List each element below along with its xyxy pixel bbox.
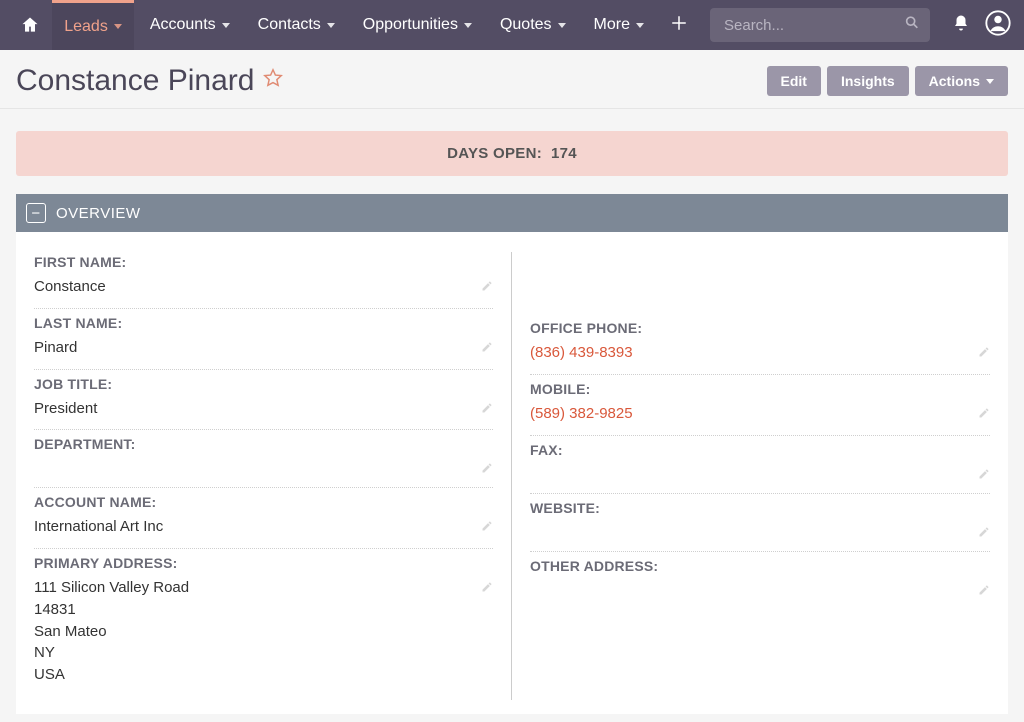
chevron-down-icon xyxy=(114,24,122,29)
page-title: Constance Pinard xyxy=(16,64,254,98)
address-line1: 111 Silicon Valley Road xyxy=(34,577,189,599)
insights-button[interactable]: Insights xyxy=(827,66,909,96)
collapse-toggle[interactable]: − xyxy=(26,203,46,223)
nav-leads[interactable]: Leads xyxy=(52,0,134,50)
nav-more[interactable]: More xyxy=(582,0,656,50)
bell-icon xyxy=(952,14,970,32)
overview-section-title: OVERVIEW xyxy=(56,205,141,222)
nav-accounts-label: Accounts xyxy=(150,16,216,34)
nav-contacts-label: Contacts xyxy=(258,16,321,34)
nav-home[interactable] xyxy=(12,15,48,35)
search-input[interactable] xyxy=(710,8,930,42)
overview-section-header: − OVERVIEW xyxy=(16,194,1008,232)
edit-last-name[interactable] xyxy=(481,337,493,356)
days-open-label: DAYS OPEN: xyxy=(447,145,542,162)
insights-button-label: Insights xyxy=(841,73,895,89)
chevron-down-icon xyxy=(558,23,566,28)
edit-website[interactable] xyxy=(978,522,990,541)
nav-search xyxy=(710,8,930,42)
pencil-icon xyxy=(978,346,990,358)
actions-button-label: Actions xyxy=(929,73,980,89)
search-icon xyxy=(904,15,920,36)
primary-address-label: PRIMARY ADDRESS: xyxy=(34,555,493,571)
notifications-button[interactable] xyxy=(952,14,970,37)
last-name-value: Pinard xyxy=(34,337,77,359)
nav-leads-label: Leads xyxy=(64,18,108,36)
edit-job-title[interactable] xyxy=(481,398,493,417)
home-icon xyxy=(20,15,40,35)
edit-primary-address[interactable] xyxy=(481,577,493,596)
first-name-value: Constance xyxy=(34,276,106,298)
edit-button-label: Edit xyxy=(781,73,807,89)
edit-office-phone[interactable] xyxy=(978,342,990,361)
pencil-icon xyxy=(978,468,990,480)
days-open-value: 174 xyxy=(551,145,577,162)
address-line4: NY xyxy=(34,642,189,664)
office-phone-label: OFFICE PHONE: xyxy=(530,320,990,336)
chevron-down-icon xyxy=(986,79,994,84)
nav-accounts[interactable]: Accounts xyxy=(138,0,242,50)
pencil-icon xyxy=(978,526,990,538)
pencil-icon xyxy=(978,584,990,596)
edit-button[interactable]: Edit xyxy=(767,66,821,96)
chevron-down-icon xyxy=(222,23,230,28)
nav-add-button[interactable] xyxy=(660,12,698,38)
minus-icon: − xyxy=(31,206,40,221)
pencil-icon xyxy=(481,402,493,414)
pencil-icon xyxy=(481,280,493,292)
star-icon xyxy=(262,67,284,89)
primary-address-value: 111 Silicon Valley Road 14831 San Mateo … xyxy=(34,577,189,686)
pencil-icon xyxy=(978,407,990,419)
last-name-label: LAST NAME: xyxy=(34,315,493,331)
pencil-icon xyxy=(481,520,493,532)
edit-first-name[interactable] xyxy=(481,276,493,295)
days-open-banner: DAYS OPEN: 174 xyxy=(16,131,1008,176)
account-name-value: International Art Inc xyxy=(34,516,163,538)
actions-button[interactable]: Actions xyxy=(915,66,1008,96)
edit-other-address[interactable] xyxy=(978,580,990,599)
other-address-label: OTHER ADDRESS: xyxy=(530,558,990,574)
address-line2: 14831 xyxy=(34,599,189,621)
user-icon xyxy=(984,9,1012,37)
account-name-label: ACCOUNT NAME: xyxy=(34,494,493,510)
edit-fax[interactable] xyxy=(978,464,990,483)
address-line3: San Mateo xyxy=(34,621,189,643)
user-menu-button[interactable] xyxy=(984,9,1012,42)
nav-contacts[interactable]: Contacts xyxy=(246,0,347,50)
address-line5: USA xyxy=(34,664,189,686)
pencil-icon xyxy=(481,341,493,353)
edit-mobile[interactable] xyxy=(978,403,990,422)
mobile-value[interactable]: (589) 382-9825 xyxy=(530,403,633,425)
mobile-label: MOBILE: xyxy=(530,381,990,397)
website-label: WEBSITE: xyxy=(530,500,990,516)
job-title-value: President xyxy=(34,398,97,420)
first-name-label: FIRST NAME: xyxy=(34,254,493,270)
nav-opportunities[interactable]: Opportunities xyxy=(351,0,484,50)
job-title-label: JOB TITLE: xyxy=(34,376,493,392)
nav-quotes-label: Quotes xyxy=(500,16,552,34)
pencil-icon xyxy=(481,581,493,593)
fax-label: FAX: xyxy=(530,442,990,458)
favorite-button[interactable] xyxy=(262,67,284,96)
chevron-down-icon xyxy=(636,23,644,28)
office-phone-value[interactable]: (836) 439-8393 xyxy=(530,342,633,364)
nav-opportunities-label: Opportunities xyxy=(363,16,458,34)
edit-account-name[interactable] xyxy=(481,516,493,535)
nav-more-label: More xyxy=(594,16,630,34)
pencil-icon xyxy=(481,462,493,474)
department-label: DEPARTMENT: xyxy=(34,436,493,452)
plus-icon xyxy=(670,14,688,32)
edit-department[interactable] xyxy=(481,458,493,477)
chevron-down-icon xyxy=(327,23,335,28)
nav-quotes[interactable]: Quotes xyxy=(488,0,578,50)
chevron-down-icon xyxy=(464,23,472,28)
